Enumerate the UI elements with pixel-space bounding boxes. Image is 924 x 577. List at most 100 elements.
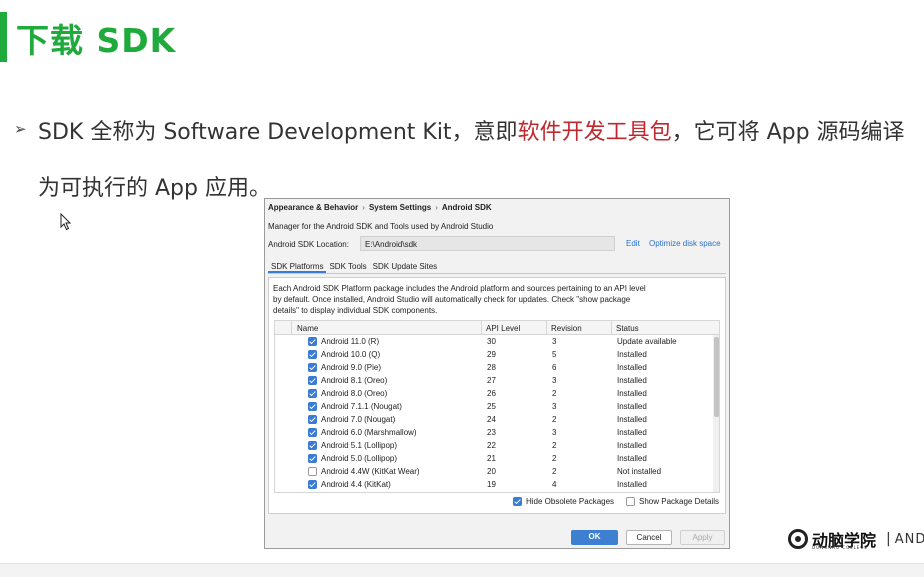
row-revision: 3 [552, 337, 557, 346]
row-checkbox[interactable] [308, 454, 317, 463]
row-name: Android 4.4W (KitKat Wear) [321, 467, 420, 476]
row-status: Installed [617, 350, 647, 359]
bottom-strip [0, 563, 924, 577]
row-checkbox[interactable] [308, 363, 317, 372]
table-row[interactable]: Android 11.0 (R) 30 3 Update available [275, 335, 713, 348]
column-divider [481, 321, 482, 335]
row-api-level: 29 [487, 350, 496, 359]
table-row[interactable]: Android 6.0 (Marshmallow) 23 3 Installed [275, 426, 713, 439]
table-row[interactable]: Android 5.1 (Lollipop) 22 2 Installed [275, 439, 713, 452]
column-divider [291, 321, 292, 335]
column-divider [546, 321, 547, 335]
breadcrumb-item[interactable]: System Settings [369, 203, 431, 212]
column-header-name[interactable]: Name [297, 324, 318, 333]
row-revision: 2 [552, 389, 557, 398]
row-name: Android 8.1 (Oreo) [321, 376, 388, 385]
column-header-api[interactable]: API Level [486, 324, 520, 333]
table-row[interactable]: Android 8.1 (Oreo) 27 3 Installed [275, 374, 713, 387]
hide-obsolete-label: Hide Obsolete Packages [526, 497, 615, 506]
row-name: Android 6.0 (Marshmallow) [321, 428, 417, 437]
breadcrumb-chevron-icon: › [435, 203, 438, 212]
row-name: Android 11.0 (R) [321, 337, 380, 346]
row-checkbox[interactable] [308, 467, 317, 476]
row-api-level: 20 [487, 467, 496, 476]
row-api-level: 28 [487, 363, 496, 372]
row-status: Installed [617, 428, 647, 437]
row-checkbox[interactable] [308, 415, 317, 424]
bullet-text-line2: 为可执行的 App 应用。 [38, 176, 271, 201]
row-status: Installed [617, 454, 647, 463]
row-name: Android 8.0 (Oreo) [321, 389, 388, 398]
column-header-revision[interactable]: Revision [551, 324, 582, 333]
cancel-button[interactable]: Cancel [626, 530, 672, 545]
row-status: Installed [617, 441, 647, 450]
sdk-tabs: SDK Platforms SDK Tools SDK Update Sites [268, 259, 726, 274]
table-row[interactable]: Android 7.0 (Nougat) 24 2 Installed [275, 413, 713, 426]
hide-obsolete-checkbox[interactable] [513, 497, 522, 506]
breadcrumb-chevron-icon: › [362, 203, 365, 212]
brand-separator: | [886, 531, 891, 547]
row-status: Installed [617, 389, 647, 398]
breadcrumb-item[interactable]: Appearance & Behavior [268, 203, 358, 212]
table-row[interactable]: Android 9.0 (Pie) 28 6 Installed [275, 361, 713, 374]
row-checkbox[interactable] [308, 337, 317, 346]
brand-english: ANDRO [894, 531, 924, 547]
row-revision: 3 [552, 428, 557, 437]
scrollbar-thumb[interactable] [714, 337, 719, 417]
bullet-highlight: 软件开发工具包 [517, 120, 672, 145]
row-revision: 5 [552, 350, 557, 359]
hide-obsolete-option[interactable]: Hide Obsolete Packages [513, 497, 614, 506]
row-name: Android 4.4 (KitKat) [321, 480, 391, 489]
table-row[interactable]: Android 5.0 (Lollipop) 21 2 Installed [275, 452, 713, 465]
row-api-level: 25 [487, 402, 496, 411]
bullet-text-part1: SDK 全称为 Software Development Kit，意即 [38, 120, 518, 145]
panel-description: Each Android SDK Platform package includ… [273, 284, 646, 315]
ok-button[interactable]: OK [571, 530, 618, 545]
row-checkbox[interactable] [308, 350, 317, 359]
row-api-level: 24 [487, 415, 496, 424]
row-checkbox[interactable] [308, 441, 317, 450]
row-revision: 6 [552, 363, 557, 372]
row-api-level: 27 [487, 376, 496, 385]
show-details-label: Show Package Details [639, 497, 720, 506]
optimize-disk-space-link[interactable]: Optimize disk space [649, 239, 721, 248]
sdk-location-field[interactable]: E:\Android\sdk [360, 236, 615, 251]
breadcrumb-item[interactable]: Android SDK [442, 203, 492, 212]
row-checkbox[interactable] [308, 428, 317, 437]
column-divider [611, 321, 612, 335]
row-api-level: 21 [487, 454, 496, 463]
tab-sdk-tools[interactable]: SDK Tools [326, 259, 369, 273]
row-name: Android 7.0 (Nougat) [321, 415, 396, 424]
table-row[interactable]: Android 4.4W (KitKat Wear) 20 2 Not install… [275, 465, 713, 478]
column-header-status[interactable]: Status [616, 324, 639, 333]
show-details-option[interactable]: Show Package Details [626, 497, 719, 506]
table-row[interactable]: Android 8.0 (Oreo) 26 2 Installed [275, 387, 713, 400]
row-status: Installed [617, 415, 647, 424]
breadcrumb: Appearance & Behavior › System Settings … [268, 203, 492, 212]
android-sdk-settings-dialog: Appearance & Behavior › System Settings … [264, 198, 730, 549]
tab-sdk-update-sites[interactable]: SDK Update Sites [370, 259, 440, 273]
sdk-platforms-panel: Each Android SDK Platform package includ… [268, 277, 726, 514]
dialog-description: Manager for the Android SDK and Tools us… [268, 222, 494, 231]
tab-sdk-platforms[interactable]: SDK Platforms [268, 259, 327, 273]
show-package-details-checkbox[interactable] [626, 497, 635, 506]
row-api-level: 19 [487, 480, 496, 489]
row-checkbox[interactable] [308, 376, 317, 385]
row-revision: 2 [552, 415, 557, 424]
row-revision: 3 [552, 402, 557, 411]
row-revision: 3 [552, 376, 557, 385]
table-row[interactable]: Android 4.4 (KitKat) 19 4 Installed [275, 478, 713, 491]
row-checkbox[interactable] [308, 480, 317, 489]
row-checkbox[interactable] [308, 389, 317, 398]
row-api-level: 26 [487, 389, 496, 398]
row-checkbox[interactable] [308, 402, 317, 411]
mouse-pointer-icon [60, 213, 72, 231]
edit-link[interactable]: Edit [626, 239, 640, 248]
row-status: Update available [617, 337, 677, 346]
table-row[interactable]: Android 10.0 (Q) 29 5 Installed [275, 348, 713, 361]
slide-title: 下载 SDK [16, 21, 177, 60]
table-row[interactable]: Android 7.1.1 (Nougat) 25 3 Installed [275, 400, 713, 413]
row-status: Installed [617, 376, 647, 385]
apply-button[interactable]: Apply [680, 530, 725, 545]
sdk-location-label: Android SDK Location: [268, 240, 349, 249]
